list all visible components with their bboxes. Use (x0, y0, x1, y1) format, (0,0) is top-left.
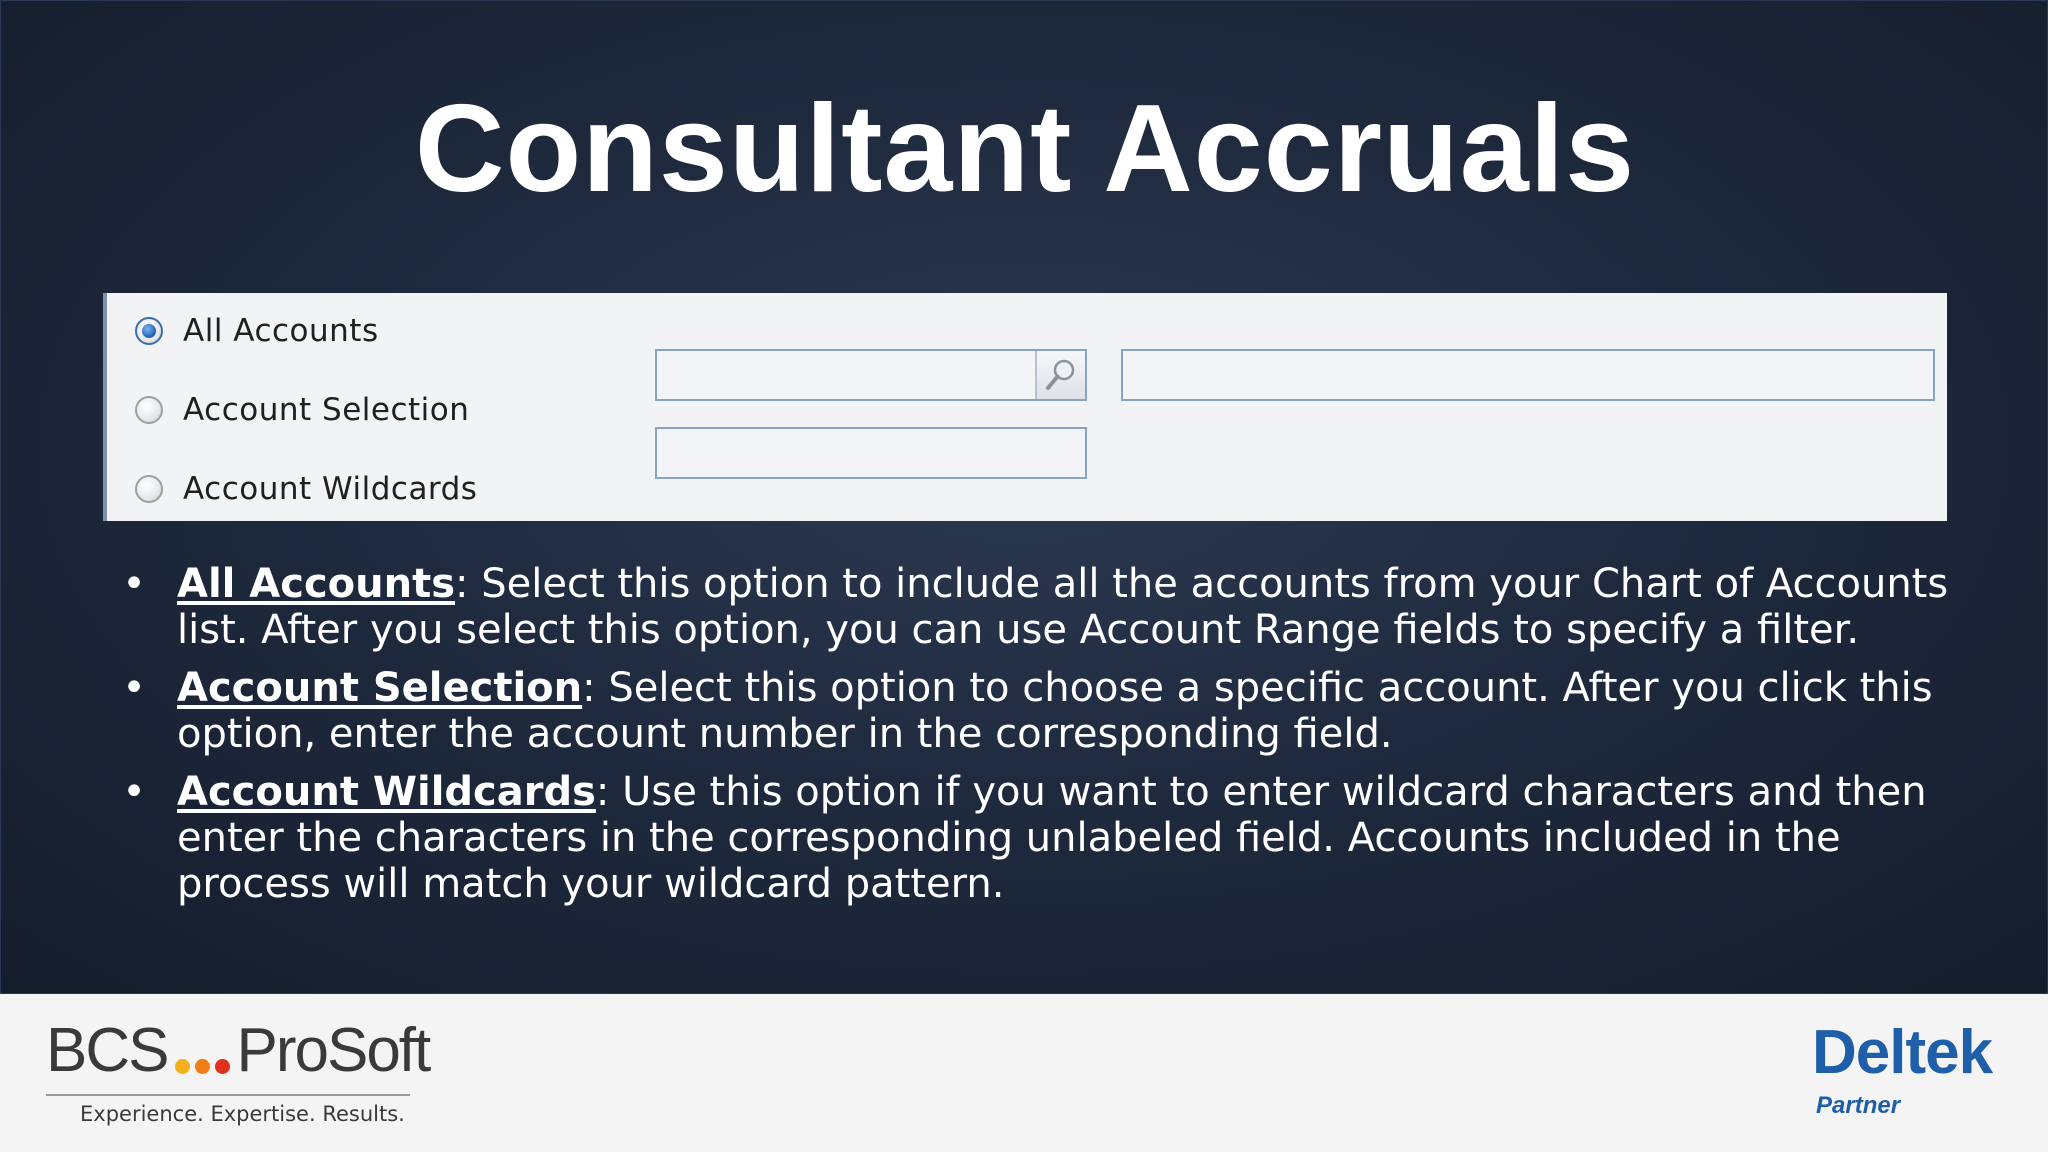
slide-title: Consultant Accruals (414, 80, 1636, 218)
bcs-dots-icon (175, 1059, 231, 1074)
option-account-wildcards[interactable]: Account Wildcards (135, 469, 477, 509)
bcs-dot (195, 1059, 211, 1074)
bcs-text: BCS (46, 1016, 169, 1085)
radio-all-accounts[interactable] (135, 317, 163, 345)
account-selection-input[interactable] (655, 349, 1087, 401)
option-label-account-wildcards: Account Wildcards (183, 471, 478, 507)
bullet-list: • All Accounts: Select this option to inc… (119, 561, 1959, 919)
account-wildcards-input[interactable] (655, 427, 1087, 479)
bullet-all-accounts: • All Accounts: Select this option to inc… (119, 561, 1959, 653)
bcs-divider (46, 1094, 410, 1096)
magnifier-icon (1046, 359, 1075, 390)
option-all-accounts[interactable]: All Accounts (135, 311, 379, 351)
radio-selected-dot (142, 324, 156, 338)
bcs-tagline: Experience. Expertise. Results. (80, 1102, 405, 1126)
deltek-partner-logo: Deltek Partner (1812, 1020, 2012, 1130)
bcs-dot (215, 1059, 231, 1074)
footer: BCS ProSoft Experience. Expertise. Resul… (0, 994, 2048, 1152)
prosoft-text: ProSoft (236, 1016, 431, 1085)
bullet-term: All Accounts (177, 561, 456, 607)
bullet-account-wildcards: • Account Wildcards: Use this option if y… (119, 769, 1959, 907)
deltek-wordmark: Deltek (1812, 1018, 1993, 1087)
radio-account-selection[interactable] (135, 396, 163, 424)
bullet-mark: • (122, 561, 146, 607)
bullet-account-selection: • Account Selection: Select this option t… (119, 665, 1959, 757)
account-options-panel: All Accounts Account Selection Account W… (103, 293, 1947, 521)
bullet-mark: • (122, 769, 146, 815)
option-label-all-accounts: All Accounts (183, 313, 379, 349)
option-account-selection[interactable]: Account Selection (135, 390, 469, 430)
bullet-term: Account Selection (177, 665, 583, 711)
bcs-wordmark: BCS ProSoft (46, 1016, 431, 1085)
bcs-prosoft-logo: BCS ProSoft Experience. Expertise. Resul… (46, 1020, 446, 1130)
account-lookup-button[interactable] (1035, 351, 1085, 399)
account-description-input[interactable] (1121, 349, 1935, 401)
bcs-dot (175, 1059, 191, 1074)
deltek-partner-label: Partner (1816, 1092, 1901, 1119)
bullet-term: Account Wildcards (177, 769, 596, 815)
bullet-mark: • (122, 665, 146, 711)
radio-account-wildcards[interactable] (135, 475, 163, 503)
option-label-account-selection: Account Selection (183, 392, 470, 428)
slide: Consultant Accruals All Accounts Account… (0, 0, 2048, 994)
